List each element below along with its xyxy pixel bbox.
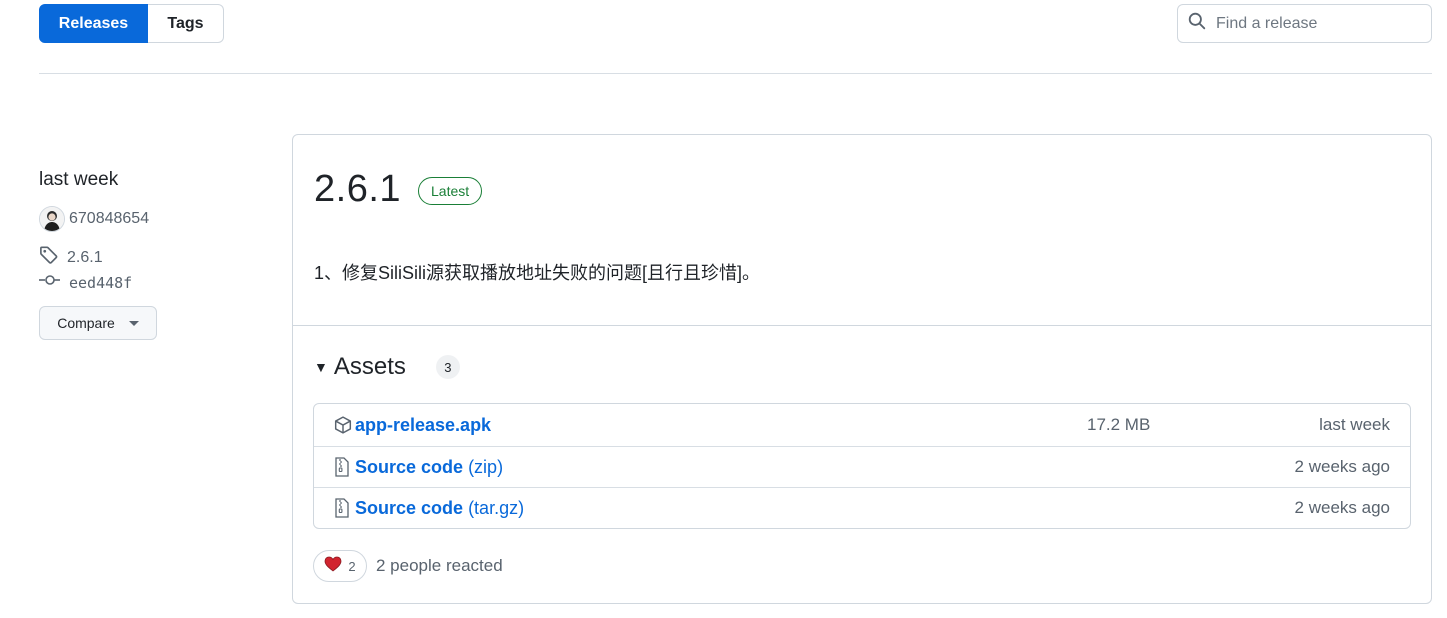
latest-badge: Latest bbox=[418, 177, 483, 205]
tag-icon bbox=[39, 245, 59, 270]
release-title[interactable]: 2.6.1 bbox=[314, 167, 401, 211]
search-icon bbox=[1188, 12, 1206, 35]
list-item: Source code (tar.gz) 2 weeks ago bbox=[314, 487, 1410, 528]
release-notes: 1、修复SiliSili源获取播放地址失败的问题[且行且珍惜]。 bbox=[314, 263, 761, 283]
compare-button[interactable]: Compare bbox=[39, 306, 157, 340]
assets-title[interactable]: Assets bbox=[334, 353, 406, 381]
triangle-down-icon[interactable]: ▼ bbox=[314, 359, 328, 375]
asset-link[interactable]: Source code (zip) bbox=[355, 457, 503, 478]
compare-label: Compare bbox=[57, 315, 115, 331]
asset-date: last week bbox=[1319, 415, 1390, 434]
find-release-search[interactable] bbox=[1177, 4, 1432, 43]
tab-tags[interactable]: Tags bbox=[148, 4, 224, 43]
asset-link[interactable]: app-release.apk bbox=[355, 415, 491, 436]
heart-icon bbox=[324, 556, 342, 577]
release-card: 2.6.1 Latest 1、修复SiliSili源获取播放地址失败的问题[且行… bbox=[292, 134, 1432, 604]
search-input[interactable] bbox=[1216, 14, 1416, 33]
file-zip-icon bbox=[334, 498, 350, 518]
releases-tags-tabnav: Releases Tags bbox=[39, 4, 224, 43]
heart-reaction-count: 2 bbox=[348, 558, 356, 574]
reactions-summary: 2 people reacted bbox=[376, 556, 503, 575]
heart-reaction-button[interactable]: 2 bbox=[313, 550, 367, 582]
list-item: Source code (zip) 2 weeks ago bbox=[314, 446, 1410, 487]
asset-link[interactable]: Source code (tar.gz) bbox=[355, 498, 524, 519]
tab-releases[interactable]: Releases bbox=[39, 4, 148, 43]
asset-date: 2 weeks ago bbox=[1294, 498, 1390, 517]
card-divider bbox=[293, 325, 1431, 326]
release-commit[interactable]: eed448f bbox=[39, 273, 132, 292]
file-zip-icon bbox=[334, 457, 350, 477]
caret-down-icon bbox=[128, 320, 139, 326]
author-name[interactable]: 670848654 bbox=[69, 210, 149, 228]
asset-size: 17.2 MB bbox=[1087, 415, 1151, 434]
assets-count-badge: 3 bbox=[435, 355, 460, 379]
header-divider bbox=[39, 73, 1432, 74]
commit-sha[interactable]: eed448f bbox=[69, 274, 132, 292]
package-icon bbox=[334, 416, 352, 434]
reactions-bar: 2 2 people reacted bbox=[313, 550, 503, 582]
list-item: app-release.apk 17.2 MB last week bbox=[314, 404, 1410, 446]
tag-label[interactable]: 2.6.1 bbox=[67, 249, 103, 267]
avatar[interactable] bbox=[39, 206, 65, 232]
release-tag[interactable]: 2.6.1 bbox=[39, 245, 103, 270]
release-date: last week bbox=[39, 169, 119, 190]
git-commit-icon bbox=[39, 273, 61, 292]
assets-header[interactable]: ▼ Assets 3 bbox=[314, 353, 460, 381]
release-author[interactable]: 670848654 bbox=[39, 206, 149, 232]
assets-list: app-release.apk 17.2 MB last week Source… bbox=[313, 403, 1411, 529]
release-meta: last week 670848654 2.6.1 eed448f Compar… bbox=[39, 168, 269, 340]
asset-date: 2 weeks ago bbox=[1294, 457, 1390, 476]
